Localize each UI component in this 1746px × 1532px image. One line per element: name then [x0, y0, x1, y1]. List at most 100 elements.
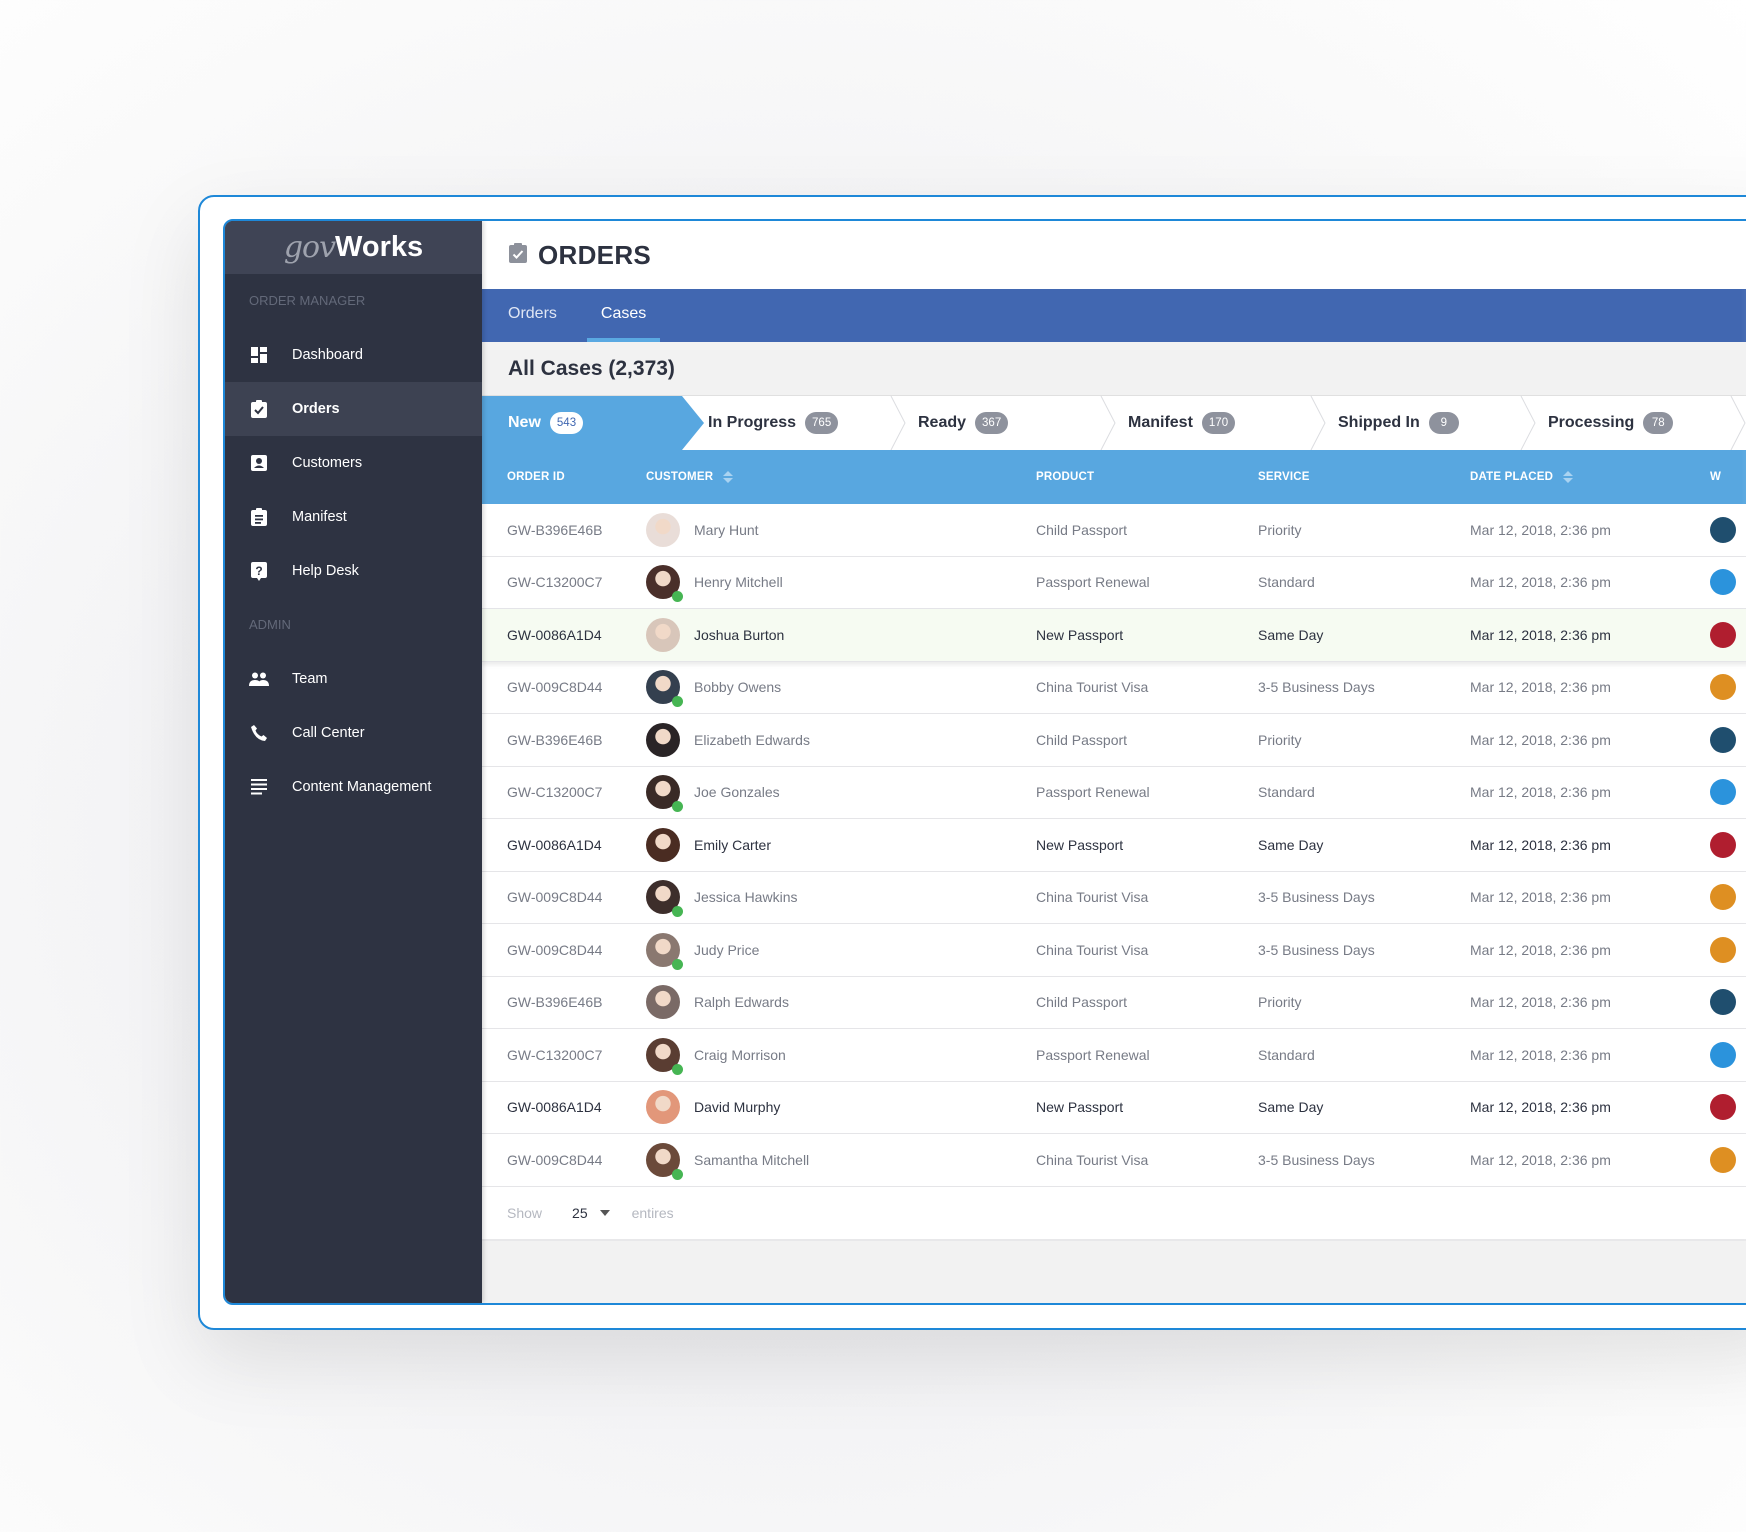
stage-shipped-in[interactable]: Shipped In 9 [1312, 396, 1536, 450]
customer-name[interactable]: Henry Mitchell [694, 574, 783, 590]
chevron-down-icon [599, 1209, 610, 1216]
sidebar-item-customers[interactable]: Customers [225, 436, 482, 490]
avatar[interactable] [646, 1037, 683, 1075]
sidebar-item-orders[interactable]: Orders [225, 382, 482, 436]
count-badge: 367 [975, 412, 1009, 434]
chevron-separator-icon [1100, 396, 1116, 450]
app-window: gov Works ORDER MANAGER Dashboard Orders Cu… [223, 219, 1746, 1305]
sidebar-item-call-center[interactable]: Call Center [225, 706, 482, 760]
section-title: All Cases (2,373) [482, 342, 1746, 396]
avatar[interactable] [646, 565, 683, 603]
sidebar-item-label: Content Management [292, 779, 432, 795]
customer-name[interactable]: Jessica Hawkins [694, 889, 797, 905]
stage-processing[interactable]: Processing 78 [1522, 396, 1746, 450]
date-cell: Mar 12, 2018, 2:36 pm [1470, 941, 1611, 958]
table-row[interactable]: GW-C13200C7 Henry Mitchell Passport Rene… [482, 556, 1746, 609]
table-row[interactable]: GW-B396E46B Elizabeth Edwards Child Pass… [482, 714, 1746, 767]
sidebar-item-content-management[interactable]: Content Management [225, 760, 482, 814]
customer-cell: Bobby Owens [646, 670, 1036, 708]
chevron-separator-icon [1310, 396, 1326, 450]
status-cell [1710, 569, 1746, 596]
sidebar-item-manifest[interactable]: Manifest [225, 490, 482, 544]
avatar[interactable] [646, 827, 680, 862]
avatar[interactable] [646, 775, 683, 813]
tab-orders[interactable]: Orders [494, 289, 571, 342]
sidebar-item-team[interactable]: Team [225, 652, 482, 706]
status-cell [1710, 726, 1746, 753]
sidebar: gov Works ORDER MANAGER Dashboard Orders Cu… [225, 221, 482, 1303]
table-row[interactable]: GW-0086A1D4 David Murphy New Passport Sa… [482, 1081, 1746, 1134]
avatar[interactable] [646, 1142, 683, 1180]
customer-name[interactable]: Emily Carter [694, 837, 771, 853]
stage-new[interactable]: New 543 [482, 396, 704, 450]
stage-label: Manifest [1128, 414, 1193, 431]
customer-cell: Joe Gonzales [646, 775, 1036, 813]
column-date-placed[interactable]: DATE PLACED [1470, 471, 1710, 483]
status-cell [1710, 884, 1746, 911]
table-row[interactable]: GW-C13200C7 Joe Gonzales Passport Renewa… [482, 766, 1746, 819]
service-cell: 3-5 Business Days [1258, 941, 1375, 958]
chevron-separator-icon [1730, 396, 1746, 450]
customer-name[interactable]: Elizabeth Edwards [694, 732, 810, 748]
order-id-cell: GW-0086A1D4 [507, 1099, 602, 1116]
logo[interactable]: gov Works [225, 221, 482, 274]
main-content: ORDERS Orders Cases All Cases (2,373) Ne… [482, 221, 1746, 1303]
stage-in-progress[interactable]: In Progress 765 [682, 396, 906, 450]
online-indicator [672, 906, 683, 918]
stage-manifest[interactable]: Manifest 170 [1102, 396, 1326, 450]
avatar[interactable] [646, 880, 683, 918]
count-badge: 543 [549, 412, 584, 434]
product-cell: Passport Renewal [1036, 574, 1150, 591]
column-customer[interactable]: CUSTOMER [646, 471, 1036, 483]
sort-icon[interactable] [1563, 471, 1574, 483]
customer-name[interactable]: Craig Morrison [694, 1047, 786, 1063]
table-row[interactable]: GW-B396E46B Mary Hunt Child Passport Pri… [482, 504, 1746, 557]
customer-name[interactable]: Judy Price [694, 942, 759, 958]
sidebar-item-label: Orders [292, 401, 340, 417]
order-id-cell: GW-C13200C7 [507, 574, 603, 591]
customer-name[interactable]: Bobby Owens [694, 679, 781, 695]
avatar[interactable] [646, 1090, 680, 1125]
customer-name[interactable]: Joe Gonzales [694, 784, 780, 800]
avatar[interactable] [646, 512, 680, 547]
date-cell: Mar 12, 2018, 2:36 pm [1470, 574, 1611, 591]
page-size-select[interactable]: 25 [572, 1205, 610, 1221]
customer-name[interactable]: Joshua Burton [694, 627, 784, 643]
customer-name[interactable]: Ralph Edwards [694, 994, 789, 1010]
service-cell: 3-5 Business Days [1258, 679, 1375, 696]
avatar[interactable] [646, 932, 683, 970]
table-row[interactable]: GW-0086A1D4 Emily Carter New Passport Sa… [482, 819, 1746, 872]
table-row[interactable]: GW-B396E46B Ralph Edwards Child Passport… [482, 976, 1746, 1029]
table-row[interactable]: GW-009C8D44 Samantha Mitchell China Tour… [482, 1134, 1746, 1187]
sidebar-item-dashboard[interactable]: Dashboard [225, 328, 482, 382]
tab-cases[interactable]: Cases [586, 289, 661, 342]
sidebar-item-help-desk[interactable]: ? Help Desk [225, 544, 482, 598]
customer-name[interactable]: David Murphy [694, 1099, 780, 1115]
online-indicator [672, 591, 683, 603]
chevron-separator-icon [890, 396, 906, 450]
table-row[interactable]: GW-0086A1D4 Joshua Burton New Passport S… [482, 609, 1746, 662]
stage-ready[interactable]: Ready 367 [892, 396, 1116, 450]
avatar[interactable] [646, 617, 680, 652]
customer-name[interactable]: Samantha Mitchell [694, 1152, 809, 1168]
chevron-separator-icon [1520, 396, 1536, 450]
avatar[interactable] [646, 670, 683, 708]
table-row[interactable]: GW-009C8D44 Bobby Owens China Tourist Vi… [482, 661, 1746, 714]
customer-cell: Henry Mitchell [646, 565, 1036, 603]
column-product: PRODUCT [1036, 471, 1095, 483]
date-cell: Mar 12, 2018, 2:36 pm [1470, 889, 1611, 906]
table-row[interactable]: GW-C13200C7 Craig Morrison Passport Rene… [482, 1029, 1746, 1082]
customer-name[interactable]: Mary Hunt [694, 522, 759, 538]
customer-cell: Judy Price [646, 932, 1036, 970]
date-cell: Mar 12, 2018, 2:36 pm [1470, 784, 1611, 801]
avatar[interactable] [646, 722, 680, 757]
table-row[interactable]: GW-009C8D44 Judy Price China Tourist Vis… [482, 924, 1746, 977]
customer-cell: Joshua Burton [646, 617, 1036, 652]
online-indicator [672, 1168, 683, 1180]
table-row[interactable]: GW-009C8D44 Jessica Hawkins China Touris… [482, 871, 1746, 924]
status-dot [1710, 674, 1736, 701]
avatar[interactable] [646, 985, 680, 1020]
sort-icon[interactable] [723, 471, 734, 483]
customer-cell: Jessica Hawkins [646, 880, 1036, 918]
count-badge: 9 [1428, 412, 1459, 434]
